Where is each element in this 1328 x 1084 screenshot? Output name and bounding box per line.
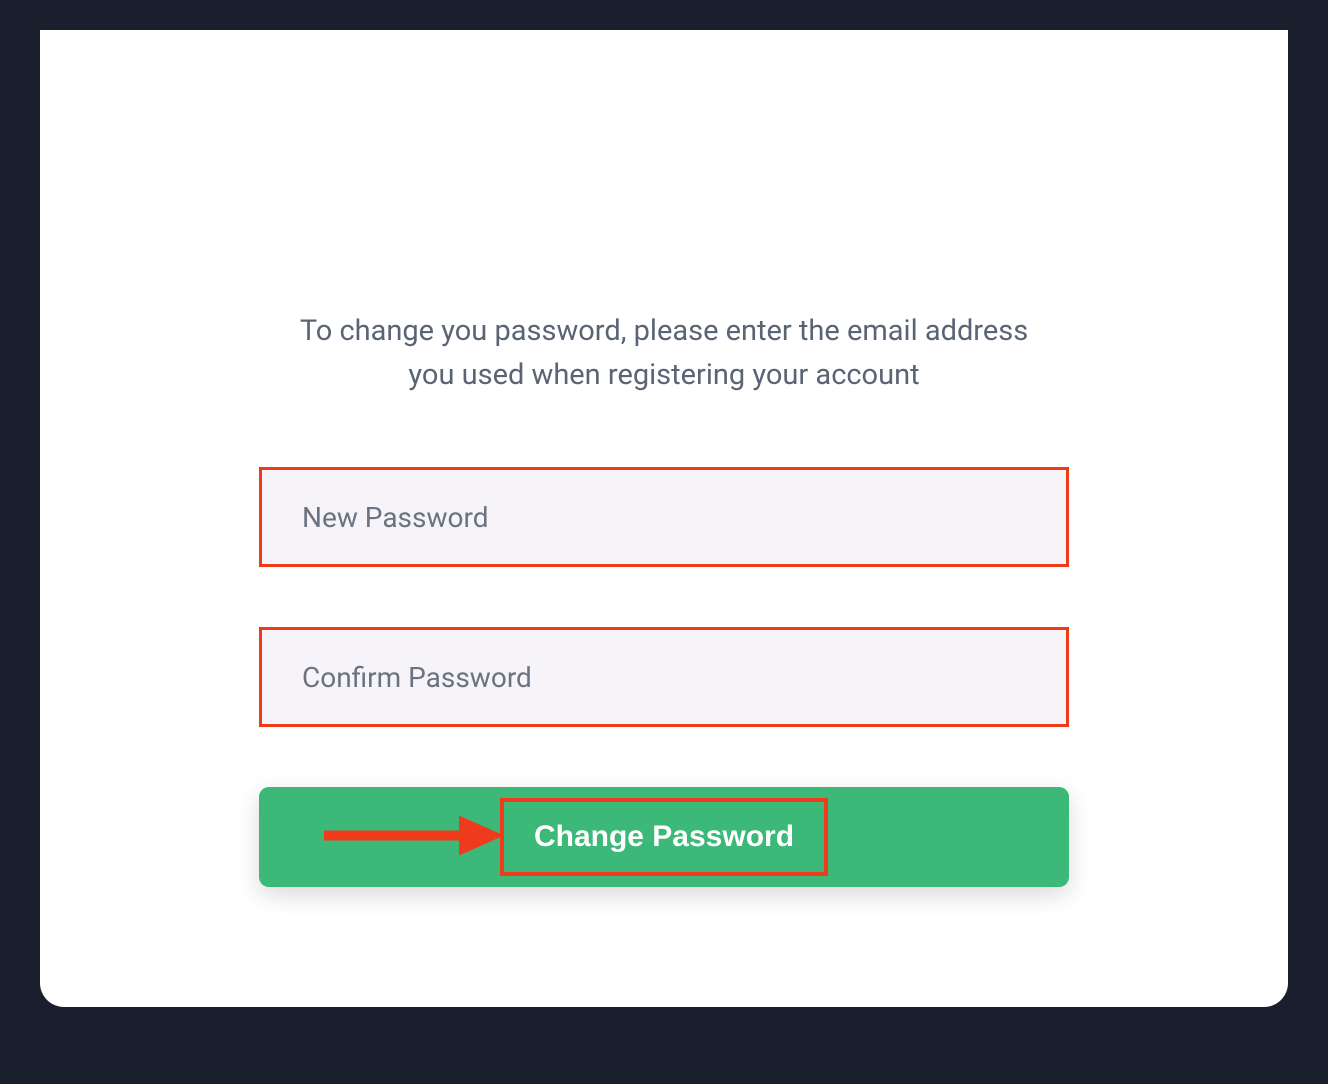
confirm-password-input[interactable] xyxy=(259,627,1069,727)
change-password-card: To change you password, please enter the… xyxy=(40,30,1288,1007)
instruction-text: To change you password, please enter the… xyxy=(274,310,1054,397)
change-password-form: Change Password xyxy=(259,467,1069,887)
button-label: Change Password xyxy=(534,820,794,853)
change-password-button[interactable]: Change Password xyxy=(259,787,1069,887)
button-highlight-box: Change Password xyxy=(500,798,828,876)
new-password-input[interactable] xyxy=(259,467,1069,567)
arrow-right-icon xyxy=(324,811,504,864)
